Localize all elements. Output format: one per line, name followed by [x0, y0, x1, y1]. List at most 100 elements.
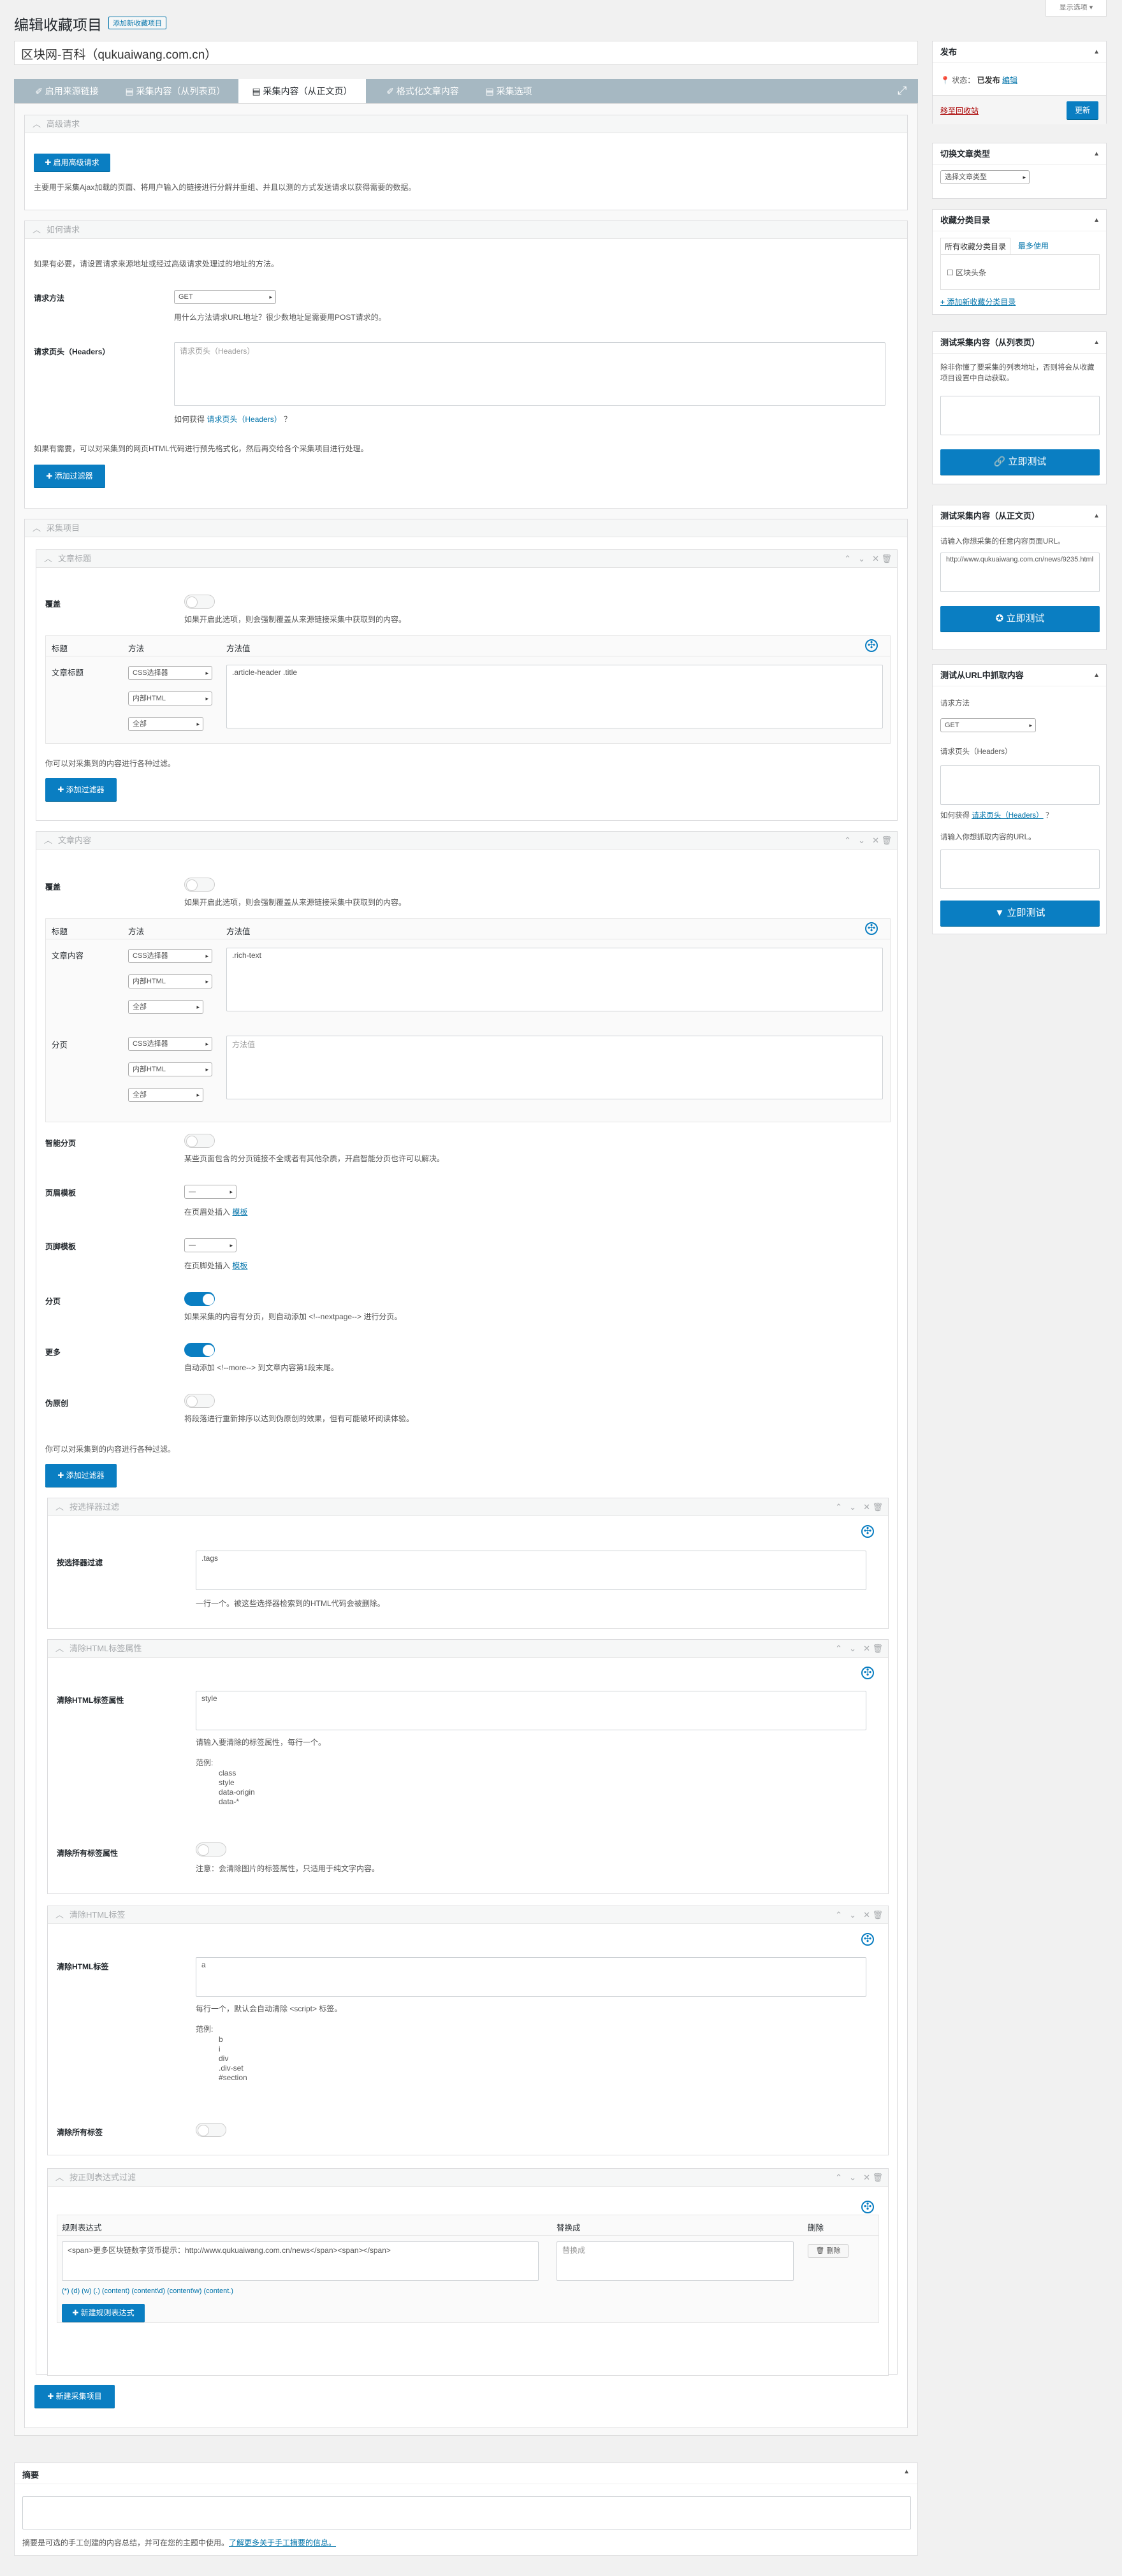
- enable-advanced-button[interactable]: ✚ 启用高级请求: [34, 154, 110, 171]
- header-template-select[interactable]: —: [184, 1185, 237, 1199]
- close-icon[interactable]: ✕: [863, 2169, 870, 2187]
- add-field-icon[interactable]: ✣: [865, 922, 878, 935]
- collapse-icon[interactable]: ▲: [1093, 41, 1100, 63]
- paging-selector-input[interactable]: 方法值: [226, 1036, 883, 1099]
- trash-icon[interactable]: 🗑: [872, 1498, 883, 1516]
- move-up-icon[interactable]: ⌃: [835, 1640, 842, 1658]
- move-down-icon[interactable]: ⌄: [849, 1498, 856, 1516]
- template-link[interactable]: 模板: [232, 1208, 247, 1217]
- close-icon[interactable]: ✕: [872, 832, 879, 850]
- headers-textarea[interactable]: 请求页头（Headers）: [174, 342, 885, 406]
- cover-toggle[interactable]: [184, 878, 215, 892]
- add-field-icon[interactable]: ✣: [865, 639, 878, 652]
- test-url-headers-textarea[interactable]: [940, 765, 1100, 805]
- screen-options-button[interactable]: 显示选项 ▾: [1046, 0, 1107, 17]
- clear-all-tags-toggle[interactable]: [196, 2123, 226, 2137]
- collapse-icon[interactable]: ︿: [55, 1498, 64, 1516]
- collapse-icon[interactable]: ▲: [1093, 665, 1100, 686]
- headers-help-link[interactable]: 请求页头（Headers）: [207, 415, 281, 424]
- more-toggle[interactable]: [184, 1343, 215, 1357]
- html-type-select[interactable]: 内部HTML: [128, 691, 212, 706]
- close-icon[interactable]: ✕: [863, 1498, 870, 1516]
- clear-all-attr-toggle[interactable]: [196, 1842, 226, 1856]
- scope-select[interactable]: 全部: [128, 717, 203, 731]
- tab-list-content[interactable]: ▤ 采集内容（从列表页）: [115, 79, 236, 103]
- add-regex-button[interactable]: ✚ 新建规则表达式: [62, 2304, 145, 2322]
- tab-options[interactable]: ▤ 采集选项: [477, 79, 541, 103]
- add-new-button[interactable]: 添加新收藏项目: [108, 17, 166, 29]
- add-filter-button[interactable]: ✚ 添加过滤器: [34, 465, 105, 488]
- post-type-select[interactable]: 选择文章类型: [940, 170, 1030, 184]
- collapse-icon[interactable]: ︿: [44, 550, 52, 568]
- trash-link[interactable]: 移至回收站: [940, 105, 979, 116]
- add-field-icon[interactable]: ✣: [861, 2201, 874, 2213]
- move-up-icon[interactable]: ⌃: [844, 550, 851, 568]
- collapse-icon[interactable]: ▲: [1093, 332, 1100, 354]
- delete-button[interactable]: 🗑 删除: [808, 2244, 849, 2258]
- test-url-button[interactable]: ▼ 立即测试: [940, 901, 1100, 926]
- collapse-icon[interactable]: ︿: [33, 221, 41, 239]
- scope-select[interactable]: 全部: [128, 1088, 203, 1102]
- category-checkbox[interactable]: ☐ 区块头条: [947, 267, 986, 278]
- collapse-icon[interactable]: ▲: [1093, 143, 1100, 165]
- tab-format-content[interactable]: ✐ 格式化文章内容: [368, 79, 477, 103]
- attribute-filter-textarea[interactable]: style: [196, 1691, 866, 1730]
- close-icon[interactable]: ✕: [863, 1640, 870, 1658]
- add-field-icon[interactable]: ✣: [861, 1525, 874, 1538]
- footer-template-select[interactable]: —: [184, 1238, 237, 1252]
- update-button[interactable]: 更新: [1067, 101, 1098, 119]
- collapse-icon[interactable]: ▲: [1093, 210, 1100, 231]
- collapse-icon[interactable]: ︿: [55, 2169, 64, 2187]
- move-down-icon[interactable]: ⌄: [858, 832, 865, 850]
- add-collection-item-button[interactable]: ✚ 新建采集项目: [34, 2385, 115, 2408]
- tab-all-categories[interactable]: 所有收藏分类目录: [940, 238, 1011, 254]
- scope-select[interactable]: 全部: [128, 1000, 203, 1014]
- tab-popular-categories[interactable]: 最多使用: [1018, 240, 1049, 251]
- title-selector-input[interactable]: .article-header .title: [226, 665, 883, 728]
- trash-icon[interactable]: 🗑: [881, 550, 892, 568]
- collapse-icon[interactable]: ▲: [903, 2468, 910, 2475]
- add-filter-button[interactable]: ✚ 添加过滤器: [45, 1464, 117, 1487]
- collapse-icon[interactable]: ︿: [44, 832, 52, 850]
- html-type-select[interactable]: 内部HTML: [128, 1062, 212, 1076]
- collapse-icon[interactable]: ︿: [55, 1906, 64, 1924]
- add-filter-button[interactable]: ✚ 添加过滤器: [45, 778, 117, 801]
- selector-type-select[interactable]: CSS选择器: [128, 949, 212, 963]
- test-url-help-link[interactable]: 请求页头（Headers）: [972, 812, 1043, 820]
- test-list-button[interactable]: 🔗 立即测试: [940, 449, 1100, 475]
- expand-icon[interactable]: ⤢: [898, 84, 907, 98]
- collapse-icon[interactable]: ︿: [55, 1640, 64, 1658]
- tab-source-links[interactable]: ✐ 启用来源链接: [19, 79, 115, 103]
- tag-filter-textarea[interactable]: a: [196, 1957, 866, 1997]
- trash-icon[interactable]: 🗑: [881, 832, 892, 850]
- tab-body-content[interactable]: ▤ 采集内容（从正文页）: [238, 79, 366, 103]
- collapse-icon[interactable]: ▲: [1093, 505, 1100, 527]
- regex-input[interactable]: <span>更多区块链数字货币提示：http://www.qukuaiwang.…: [62, 2241, 539, 2281]
- move-up-icon[interactable]: ⌃: [844, 832, 851, 850]
- selector-type-select[interactable]: CSS选择器: [128, 1037, 212, 1051]
- test-body-url-textarea[interactable]: http://www.qukuaiwang.com.cn/news/9235.h…: [940, 553, 1100, 592]
- close-icon[interactable]: ✕: [863, 1906, 870, 1924]
- test-body-button[interactable]: ✪ 立即测试: [940, 606, 1100, 632]
- collapse-icon[interactable]: ︿: [33, 519, 41, 537]
- selector-filter-textarea[interactable]: .tags: [196, 1551, 866, 1590]
- content-selector-input[interactable]: .rich-text: [226, 948, 883, 1011]
- html-type-select[interactable]: 内部HTML: [128, 974, 212, 988]
- method-select[interactable]: GET: [174, 290, 276, 304]
- move-up-icon[interactable]: ⌃: [835, 1498, 842, 1516]
- trash-icon[interactable]: 🗑: [872, 2169, 883, 2187]
- excerpt-help-link[interactable]: 了解更多关于手工摘要的信息。: [229, 2538, 336, 2547]
- trash-icon[interactable]: 🗑: [872, 1640, 883, 1658]
- test-list-textarea[interactable]: [940, 396, 1100, 435]
- excerpt-textarea[interactable]: [22, 2496, 911, 2529]
- test-url-url-textarea[interactable]: [940, 850, 1100, 889]
- move-down-icon[interactable]: ⌄: [858, 550, 865, 568]
- trash-icon[interactable]: 🗑: [872, 1906, 883, 1924]
- pseudo-original-toggle[interactable]: [184, 1394, 215, 1408]
- collapse-icon[interactable]: ︿: [33, 115, 41, 133]
- move-down-icon[interactable]: ⌄: [849, 2169, 856, 2187]
- close-icon[interactable]: ✕: [872, 550, 879, 568]
- add-field-icon[interactable]: ✣: [861, 1933, 874, 1946]
- add-category-link[interactable]: + 添加新收藏分类目录: [940, 296, 1016, 307]
- template-link[interactable]: 模板: [232, 1261, 247, 1270]
